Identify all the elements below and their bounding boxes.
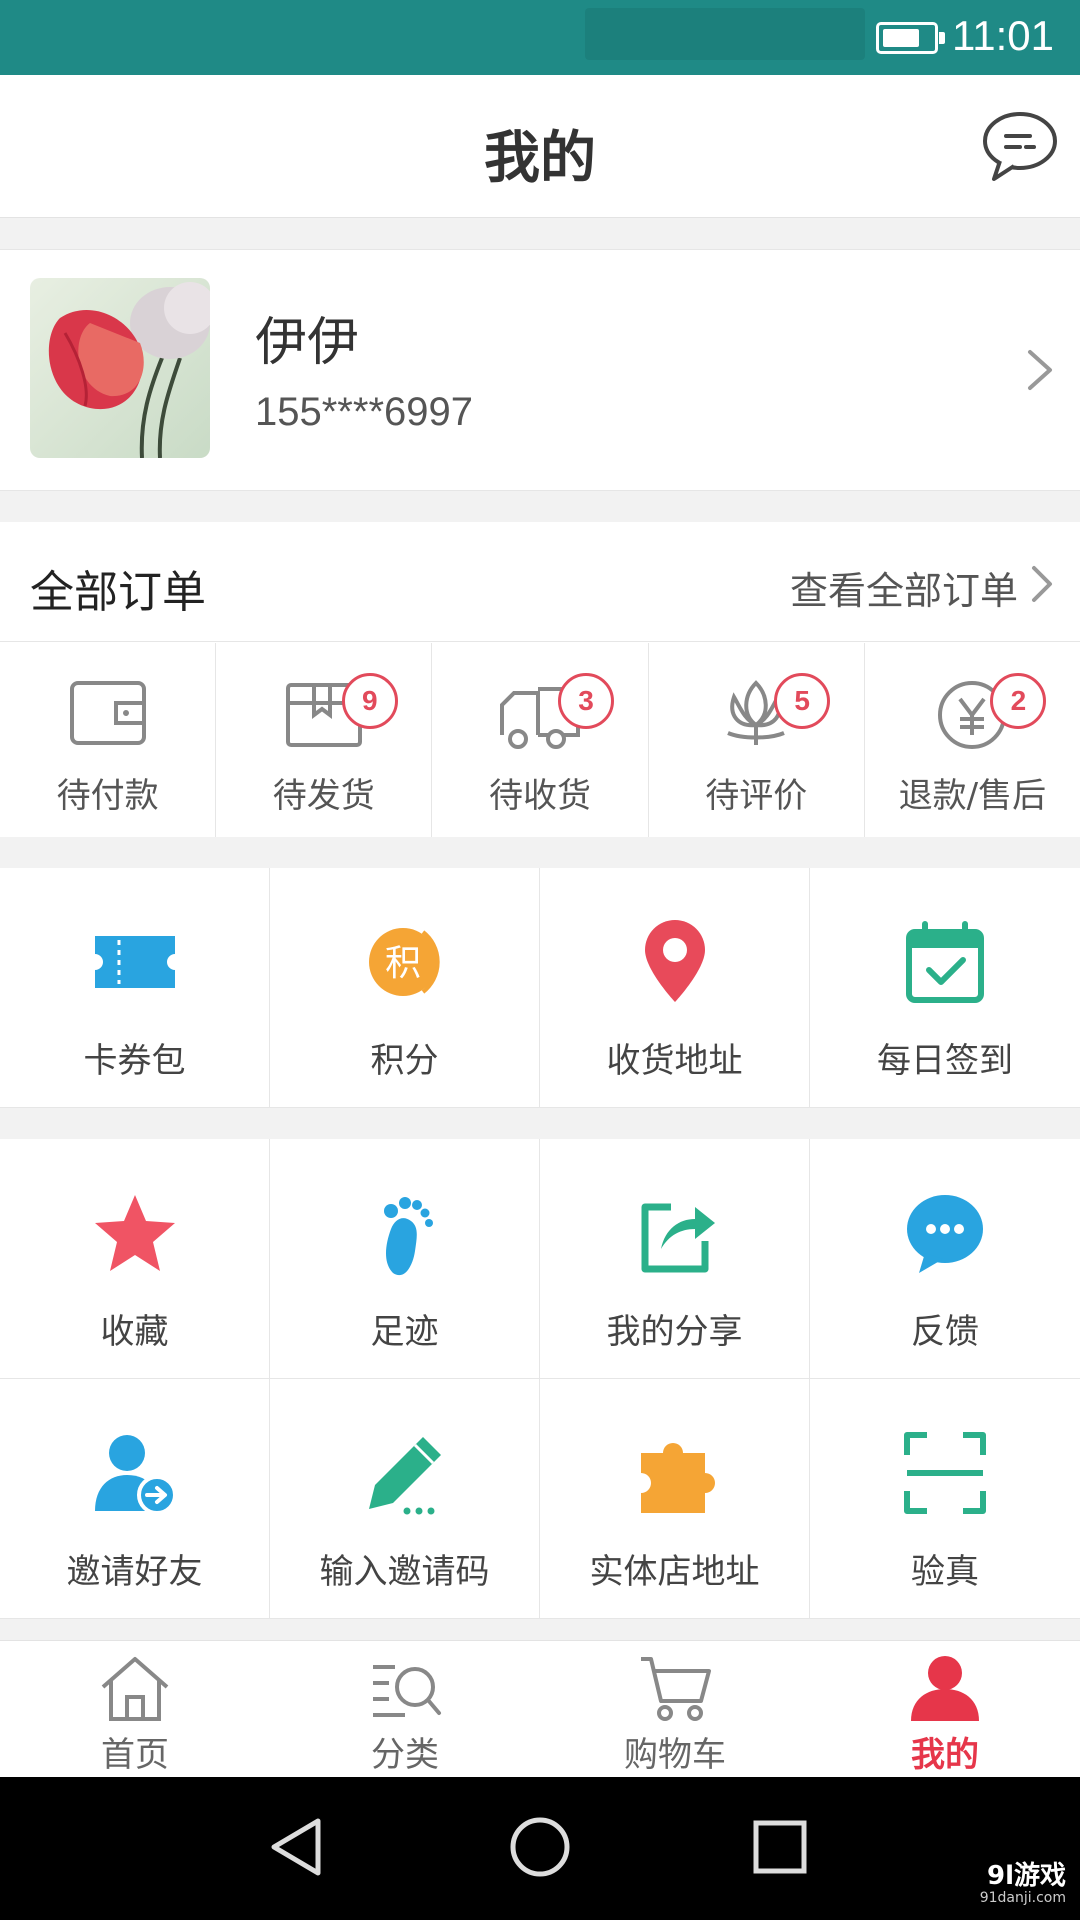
badge-count: 9 [341,673,398,729]
ticket-icon [94,936,175,988]
order-pending-receipt[interactable]: 3 待收货 [432,643,649,837]
orders-title: 全部订单 [30,567,206,618]
favorites-item[interactable]: 收藏 [0,1139,270,1379]
recents-icon[interactable] [744,1811,816,1883]
chevron-right-icon [1032,566,1052,602]
enter-invite-code-item[interactable]: 输入邀请码 [270,1379,540,1619]
store-address-item[interactable]: 实体店地址 [540,1379,810,1619]
footprint-icon [383,1197,433,1276]
user-name: 伊伊 [255,313,360,373]
points-item[interactable]: 积 积分 [270,868,540,1108]
order-pending-review[interactable]: 5 待评价 [649,643,865,837]
avatar[interactable] [30,278,210,458]
home-button-icon[interactable] [504,1811,576,1883]
chevron-right-icon [1028,350,1052,390]
feedback-item[interactable]: 反馈 [810,1139,1080,1379]
category-search-icon [373,1665,441,1717]
message-icon[interactable] [980,109,1058,185]
services-grid: 卡券包 积 积分 收货地址 每日签到 [0,868,1080,1108]
order-pending-shipment[interactable]: 9 待发货 [216,643,433,837]
puzzle-icon [640,1443,715,1513]
share-icon [641,1203,715,1273]
shipping-address-item[interactable]: 收货地址 [540,868,810,1108]
scan-icon [904,1432,986,1514]
watermark: 9l游戏 91danji.com [979,1861,1066,1906]
tools-grid: 收藏 足迹 我的分享 反馈 邀请好友 输入邀请码 实体店地址 验真 [0,1139,1080,1619]
bottom-tab-bar: 首页 分类 购物车 我的 [0,1640,1080,1777]
pencil-icon [368,1437,441,1515]
star-icon [94,1195,175,1271]
badge-count: 3 [558,673,614,729]
coupon-wallet-item[interactable]: 卡券包 [0,868,270,1108]
home-icon [101,1657,169,1721]
user-icon [911,1656,979,1721]
invite-user-icon [94,1435,177,1515]
orders-header: 全部订单 查看全部订单 [0,522,1080,642]
status-bar: 11:01 [0,0,1080,75]
order-refund-aftersale[interactable]: 2 退款/售后 [865,643,1080,837]
header: 我的 [0,75,1080,218]
badge-count: 2 [990,673,1047,729]
calendar-check-icon [906,921,984,1003]
my-shares-item[interactable]: 我的分享 [540,1139,810,1379]
tab-home[interactable]: 首页 [0,1641,270,1777]
points-icon: 积 [368,928,440,996]
tab-profile[interactable]: 我的 [810,1641,1080,1777]
footprints-item[interactable]: 足迹 [270,1139,540,1379]
order-pending-payment[interactable]: 待付款 [0,643,217,837]
status-time: 11:01 [952,12,1054,59]
daily-checkin-item[interactable]: 每日签到 [810,868,1080,1108]
profile-card[interactable]: 伊伊 155****6997 [0,249,1080,491]
svg-text:积: 积 [384,943,420,984]
orders-section: 全部订单 查看全部订单 待付款 9 待发货 3 待收货 5 待评价 2 退款/售… [0,522,1080,837]
chat-bubble-icon [907,1195,983,1273]
invite-friends-item[interactable]: 邀请好友 [0,1379,270,1619]
location-pin-icon [644,920,705,1002]
tab-cart[interactable]: 购物车 [540,1641,810,1777]
page-title: 我的 [484,126,596,191]
order-status-row: 待付款 9 待发货 3 待收货 5 待评价 2 退款/售后 [0,643,1080,837]
tab-category[interactable]: 分类 [270,1641,540,1777]
verify-authentic-item[interactable]: 验真 [810,1379,1080,1619]
battery-icon [876,22,945,54]
back-icon[interactable] [262,1811,334,1883]
badge-count: 5 [774,673,831,729]
cart-icon [641,1657,711,1721]
user-phone: 155****6997 [255,390,473,434]
view-all-orders-link[interactable]: 查看全部订单 [790,560,1018,615]
wallet-icon [69,681,146,745]
status-notification-area [585,8,865,60]
system-navigation-bar [0,1777,1080,1920]
